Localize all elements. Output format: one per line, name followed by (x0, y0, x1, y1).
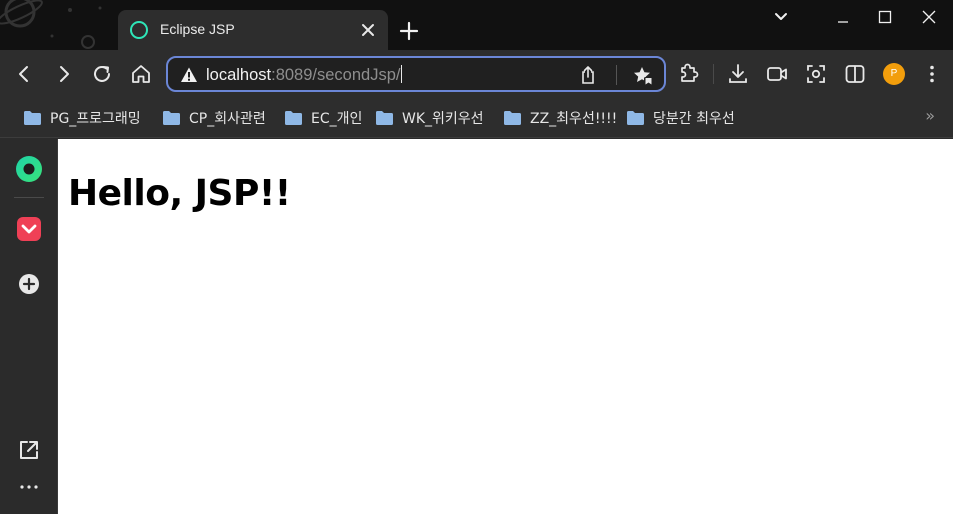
toolbar: localhost:8089/secondJsp/ P (0, 50, 953, 98)
side-panel-icon[interactable] (843, 62, 867, 86)
toolbar-divider (713, 64, 714, 84)
address-bar[interactable]: localhost:8089/secondJsp/ (166, 56, 666, 92)
minimize-icon[interactable] (832, 6, 854, 28)
bookmark-folder-priority[interactable]: 당분간 최우선 (626, 107, 735, 129)
bookmark-folder-wk[interactable]: WK_위키우선 (375, 107, 484, 129)
browser-window: Eclipse JSP localhost:8089/secondJsp/ P … (0, 0, 953, 514)
bookmark-folder-zz[interactable]: ZZ_최우선!!!! (503, 107, 617, 129)
tab-strip: Eclipse JSP (0, 0, 953, 50)
bookmarks-bar: PG_프로그래밍 CP_회사관련 EC_개인 WK_위키우선 ZZ_최우선!!!… (0, 98, 953, 138)
side-panel (0, 139, 58, 514)
omnibox-divider (616, 65, 617, 85)
maximize-icon[interactable] (874, 6, 896, 28)
text-caret (401, 65, 403, 83)
bookmark-label: 당분간 최우선 (653, 111, 735, 127)
folder-icon (376, 111, 393, 125)
app-ring-icon[interactable] (15, 155, 43, 183)
open-external-icon[interactable] (15, 436, 43, 464)
profile-avatar[interactable]: P (883, 63, 905, 85)
extensions-puzzle-icon[interactable] (676, 62, 700, 86)
ring-icon (130, 21, 148, 39)
reload-icon[interactable] (90, 62, 114, 86)
bookmark-label: WK_위키우선 (402, 111, 484, 127)
more-options-icon[interactable] (15, 473, 43, 501)
window-close-icon[interactable] (918, 6, 940, 28)
folder-icon (163, 111, 180, 125)
url-host: localhost (206, 66, 272, 84)
folder-icon (24, 111, 41, 125)
folder-icon (504, 111, 521, 125)
video-capture-icon[interactable] (765, 62, 789, 86)
page-viewport: Hello, JSP!! (58, 139, 953, 514)
forward-icon[interactable] (52, 62, 76, 86)
bookmark-label: PG_프로그래밍 (50, 111, 141, 127)
back-icon[interactable] (12, 62, 36, 86)
more-menu-icon[interactable] (920, 62, 944, 86)
pocket-icon[interactable] (15, 215, 43, 243)
tab-active[interactable]: Eclipse JSP (118, 10, 388, 50)
bookmark-label: ZZ_최우선!!!! (530, 111, 618, 127)
side-panel-divider (14, 197, 44, 198)
page-heading: Hello, JSP!! (68, 173, 291, 214)
add-app-icon[interactable] (15, 270, 43, 298)
download-icon[interactable] (726, 62, 750, 86)
share-icon[interactable] (578, 65, 598, 85)
bookmark-label: EC_개인 (311, 111, 363, 127)
home-icon[interactable] (129, 62, 153, 86)
screenshot-icon[interactable] (804, 62, 828, 86)
url-text[interactable]: localhost:8089/secondJsp/ (206, 65, 403, 85)
bookmark-label: CP_회사관련 (189, 111, 266, 127)
tab-search-chevron-icon[interactable] (770, 6, 792, 28)
space-theme-decoration (0, 0, 102, 49)
bookmark-folder-cp[interactable]: CP_회사관련 (162, 107, 266, 129)
folder-icon (627, 111, 644, 125)
bookmarks-overflow-button[interactable]: » (925, 106, 935, 125)
bookmark-folder-ec[interactable]: EC_개인 (284, 107, 362, 129)
url-path: :8089/secondJsp/ (271, 66, 401, 84)
folder-icon (285, 111, 302, 125)
bookmark-star-icon[interactable] (632, 65, 654, 87)
tab-title: Eclipse JSP (160, 21, 235, 37)
not-secure-warning-icon[interactable] (180, 66, 198, 84)
new-tab-button[interactable] (398, 20, 420, 42)
close-icon[interactable] (358, 20, 378, 40)
bookmark-folder-pg[interactable]: PG_프로그래밍 (23, 107, 141, 129)
